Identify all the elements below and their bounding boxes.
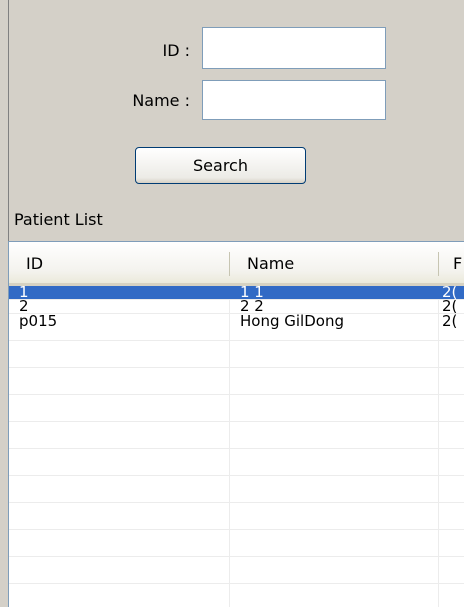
name-label: Name : [132,91,190,110]
table-row[interactable]: 2 2 2 2( [9,300,464,313]
cell-id: p015 [19,314,58,329]
id-label: ID : [162,41,190,60]
column-header-id-label: ID [26,254,44,273]
grid-horizontal-line [9,502,464,503]
patient-list[interactable]: ID Name F 1 1 1 2( 2 2 2 2( p015 Hong Gi… [8,241,464,607]
grid-horizontal-line [9,448,464,449]
cell-name: 2 2 [240,300,264,313]
cell-id: 2 [19,300,29,313]
grid-horizontal-line [9,556,464,557]
column-header-name[interactable]: Name [230,242,438,283]
grid-vertical-line [229,286,230,607]
cell-name: 1 1 [240,286,264,299]
cell-name: Hong GilDong [240,314,344,329]
grid-horizontal-line [9,367,464,368]
grid-horizontal-line [9,394,464,395]
cell-third: 2( [442,300,458,313]
grid-horizontal-line [9,421,464,422]
search-button[interactable]: Search [135,147,306,184]
cell-third: 2( [442,314,458,329]
grid-vertical-line [438,286,439,607]
id-input[interactable] [202,27,386,69]
grid-horizontal-line [9,340,464,341]
list-header: ID Name F [9,242,464,286]
grid-horizontal-line [9,529,464,530]
name-input[interactable] [202,80,386,120]
patient-list-label: Patient List [14,210,103,229]
cell-third: 2( [442,286,458,299]
grid-horizontal-line [9,583,464,584]
cell-id: 1 [19,286,29,299]
column-header-third-label: F [453,254,463,273]
column-header-id[interactable]: ID [9,242,229,283]
column-header-third[interactable]: F [439,242,464,283]
grid-horizontal-line [9,475,464,476]
column-header-name-label: Name [247,254,295,273]
table-row[interactable]: 1 1 1 2( [9,286,464,299]
table-row[interactable]: p015 Hong GilDong 2( [9,314,464,329]
